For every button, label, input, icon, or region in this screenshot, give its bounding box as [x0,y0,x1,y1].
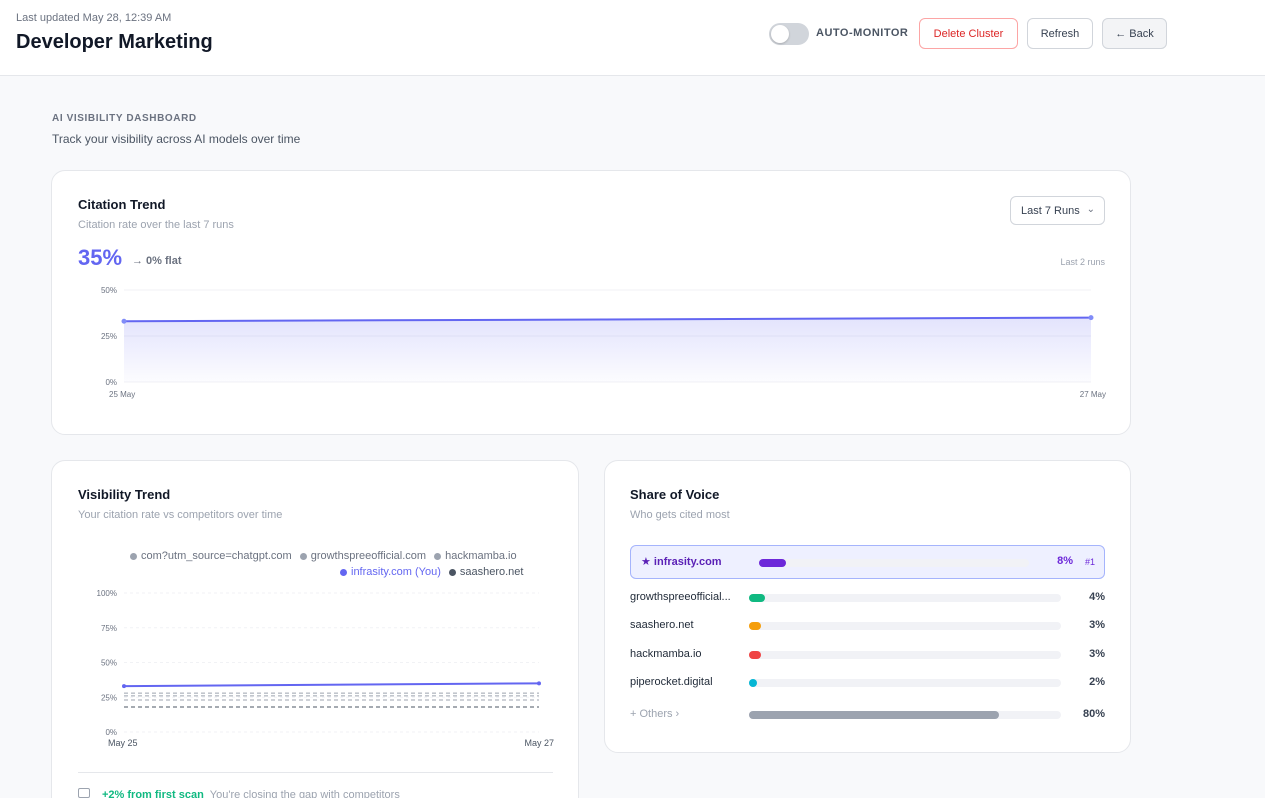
last-updated: Last updated May 28, 12:39 AM [16,12,172,24]
y-tick-label: 50% [101,659,117,668]
sov-fill [749,711,999,719]
data-point [121,318,127,324]
sov-row[interactable]: hackmamba.io 3% [630,645,1105,665]
sov-name: ★ infrasity.com [641,556,722,568]
top-bar: Last updated May 28, 12:39 AM Developer … [0,0,1265,76]
page-title: Developer Marketing [16,31,213,53]
data-point [1088,315,1094,321]
sov-row[interactable]: piperocket.digital 2% [630,673,1105,693]
toggle-knob [771,25,789,43]
sov-fill [759,559,786,567]
visibility-trend-card: Visibility Trend Your citation rate vs c… [51,460,579,798]
section-subtitle: Track your visibility across AI models o… [52,132,301,146]
data-point [122,684,126,689]
x-tick-label: May 27 [524,738,554,748]
footer-delta: +2% from first scan [102,789,204,798]
sov-fill [749,651,761,659]
visibility-trend-chart: 100% 75% 50% 25% 0%May 25 May 27 [97,589,554,748]
sov-fill [749,679,757,687]
sov-pct: 3% [1089,619,1105,631]
y-tick-label: 25% [101,693,117,702]
divider [78,772,553,773]
visibility-footer: +2% from first scan You're closing the ga… [78,788,400,798]
footer-text: You're closing the gap with competitors [209,789,400,798]
citation-trend-chart: 50% 25% 0% 25 May 27 May [101,286,1106,399]
x-tick-label: 27 May [1080,390,1106,399]
sov-pct: 4% [1089,591,1105,603]
y-tick-label: 0% [105,378,117,387]
data-point [537,681,541,686]
sov-track [749,651,1061,659]
sov-rank: #1 [1084,557,1095,567]
card-title: Share of Voice [630,487,720,502]
auto-monitor-label: AUTO-MONITOR [816,27,909,39]
refresh-button[interactable]: Refresh [1027,18,1093,49]
sov-row-others[interactable]: + Others › 80% [630,705,1105,725]
area-fill [124,317,1091,382]
sov-row[interactable]: saashero.net 3% [630,616,1105,636]
sov-track [759,559,1029,567]
sov-row-you[interactable]: ★ infrasity.com 8% #1 [630,545,1105,579]
sov-name: piperocket.digital [630,676,713,688]
x-tick-label: May 25 [108,738,138,748]
y-tick-label: 50% [101,286,117,295]
y-tick-label: 100% [97,589,117,598]
sov-name: growthspreeofficial... [630,591,731,603]
sov-track [749,679,1061,687]
sov-fill [749,594,765,602]
sov-track [749,594,1061,602]
sov-name: hackmamba.io [630,648,702,660]
y-tick-label: 25% [101,332,117,341]
trend-up-icon [78,788,90,798]
sov-track [749,711,1061,719]
delete-cluster-button[interactable]: Delete Cluster [919,18,1018,49]
sov-pct: 80% [1082,708,1105,720]
sov-pct: 3% [1089,648,1105,660]
sov-name: saashero.net [630,619,694,631]
series-line [123,682,540,688]
card-subtitle: Who gets cited most [630,509,730,521]
y-tick-label: 75% [101,624,117,633]
sov-row[interactable]: growthspreeofficial... 4% [630,588,1105,608]
sov-fill [749,622,761,630]
back-button[interactable]: ← Back [1102,18,1167,49]
section-label: AI VISIBILITY DASHBOARD [52,113,197,124]
y-tick-label: 0% [105,728,117,737]
sov-pct: 8% [1057,555,1073,567]
share-of-voice-card: Share of Voice Who gets cited most ★ inf… [604,460,1131,753]
sov-pct: 2% [1089,676,1105,688]
x-tick-label: 25 May [109,390,135,399]
citation-trend-card: Citation Trend Citation rate over the la… [51,170,1131,435]
auto-monitor-toggle[interactable] [769,23,809,45]
sov-track [749,622,1061,630]
others-link[interactable]: + Others › [630,708,742,720]
